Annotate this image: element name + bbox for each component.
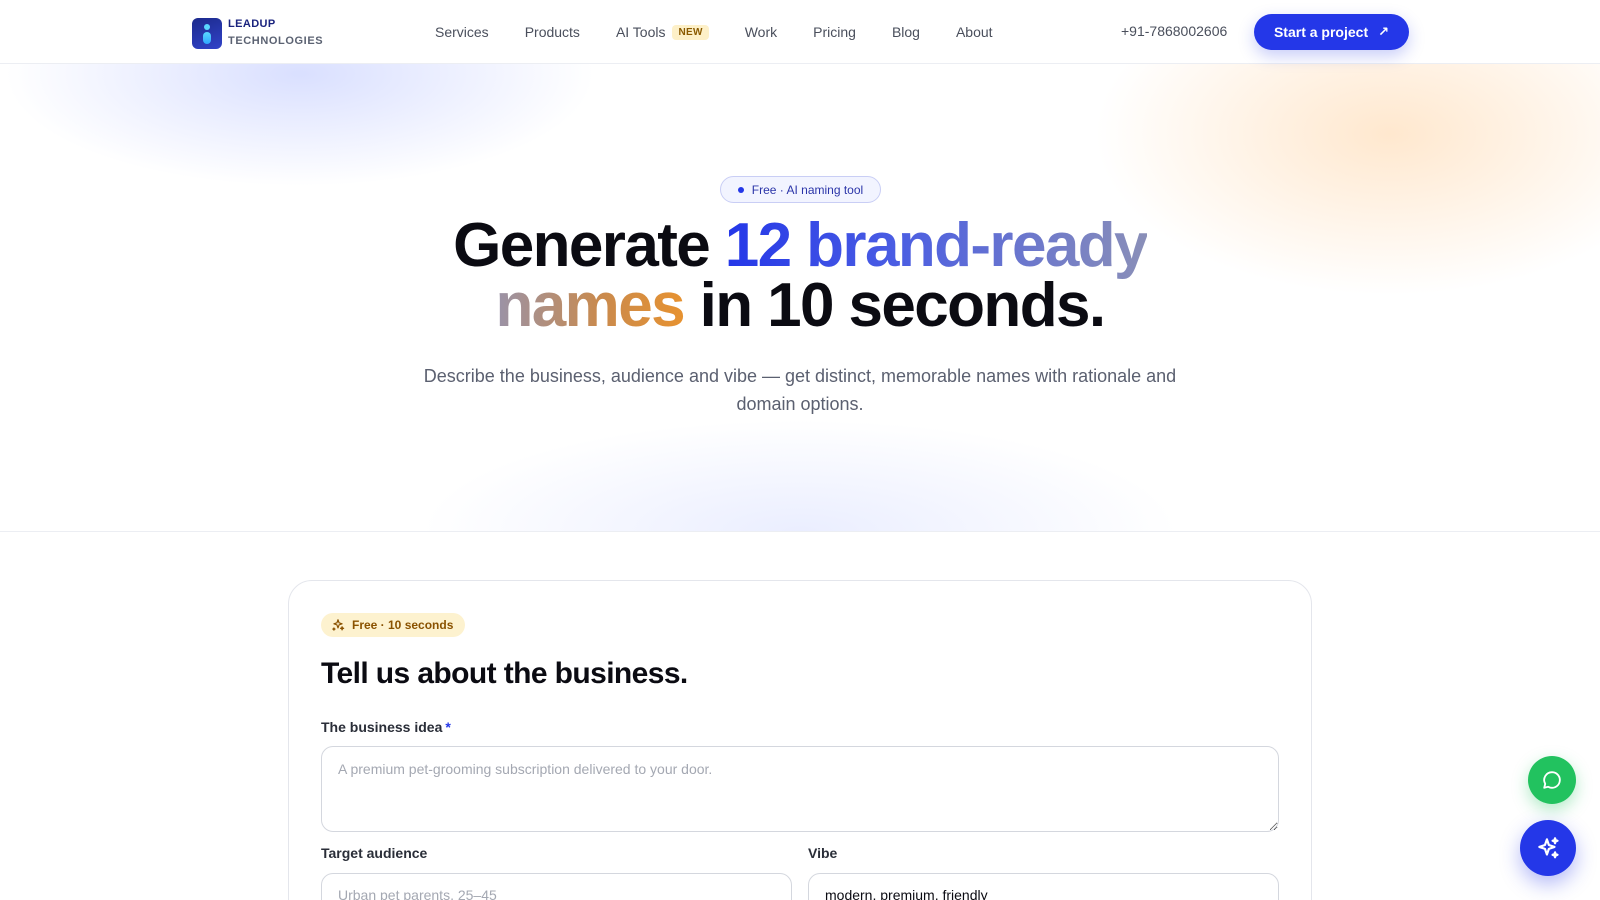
logo-text: LEADUP TECHNOLOGIES [228,16,323,50]
logo[interactable]: LEADUP TECHNOLOGIES [192,16,323,50]
hero-subhead: Describe the business, audience and vibe… [423,366,1177,414]
logo-line1: LEADUP [228,18,276,30]
hero-pill: Free · AI naming tool [720,176,881,203]
nav-item-ai-tools[interactable]: AI Tools NEW [616,24,709,40]
start-project-label: Start a project [1273,24,1369,40]
naming-form-card: Free · 10 seconds Tell us about the busi… [288,580,1312,900]
target-audience-input[interactable] [321,873,792,900]
top-nav: LEADUP TECHNOLOGIES Services Products AI… [0,0,1600,64]
start-project-button[interactable]: Start a project ↗ [1254,14,1409,50]
business-idea-label-text: The business idea [321,719,443,735]
chat-button[interactable] [1528,756,1576,804]
hero: Free · AI naming tool Generate 12 brand-… [0,64,1600,532]
logo-mark-icon [192,17,222,49]
nav-links: Services Products AI Tools NEW Work Pric… [435,0,1029,64]
vibe-input[interactable] [808,873,1279,900]
nav-item-blog[interactable]: Blog [892,24,920,40]
arrow-up-right-icon: ↗ [1378,24,1390,39]
required-mark: * [445,719,451,735]
nav-item-work[interactable]: Work [745,24,777,40]
new-badge: NEW [672,24,709,40]
free-chip-label: Free · 10 seconds [352,618,454,632]
headline-accent1: 12 brand-ready [724,211,1149,280]
form-title: Tell us about the business. [321,657,688,690]
hero-headline: Generate 12 brand-ready names in 10 seco… [0,215,1600,337]
chat-bubble-icon [1543,771,1561,789]
target-audience-label: Target audience [321,845,428,861]
business-idea-label: The business idea * [321,719,451,735]
free-chip: Free · 10 seconds [321,613,466,637]
vibe-label: Vibe [808,845,838,861]
nav-item-pricing[interactable]: Pricing [813,24,856,40]
nav-item-ai-tools-label: AI Tools [615,24,666,40]
nav-item-about[interactable]: About [956,24,993,40]
sparkles-icon [1538,837,1559,859]
logo-line2: TECHNOLOGIES [228,35,324,47]
hero-pill-label: Free · AI naming tool [751,182,864,197]
headline-accent2: names [495,271,686,340]
business-idea-textarea[interactable] [321,746,1279,832]
phone-link[interactable]: +91-7868002606 [1121,23,1227,39]
ai-assistant-button[interactable] [1520,820,1576,876]
headline-part2: in 10 seconds. [683,271,1106,340]
sparkles-icon [332,619,345,631]
dot-icon [737,186,744,193]
nav-item-services[interactable]: Services [435,24,489,40]
headline-part1: Generate [453,211,725,280]
nav-item-products[interactable]: Products [525,24,580,40]
